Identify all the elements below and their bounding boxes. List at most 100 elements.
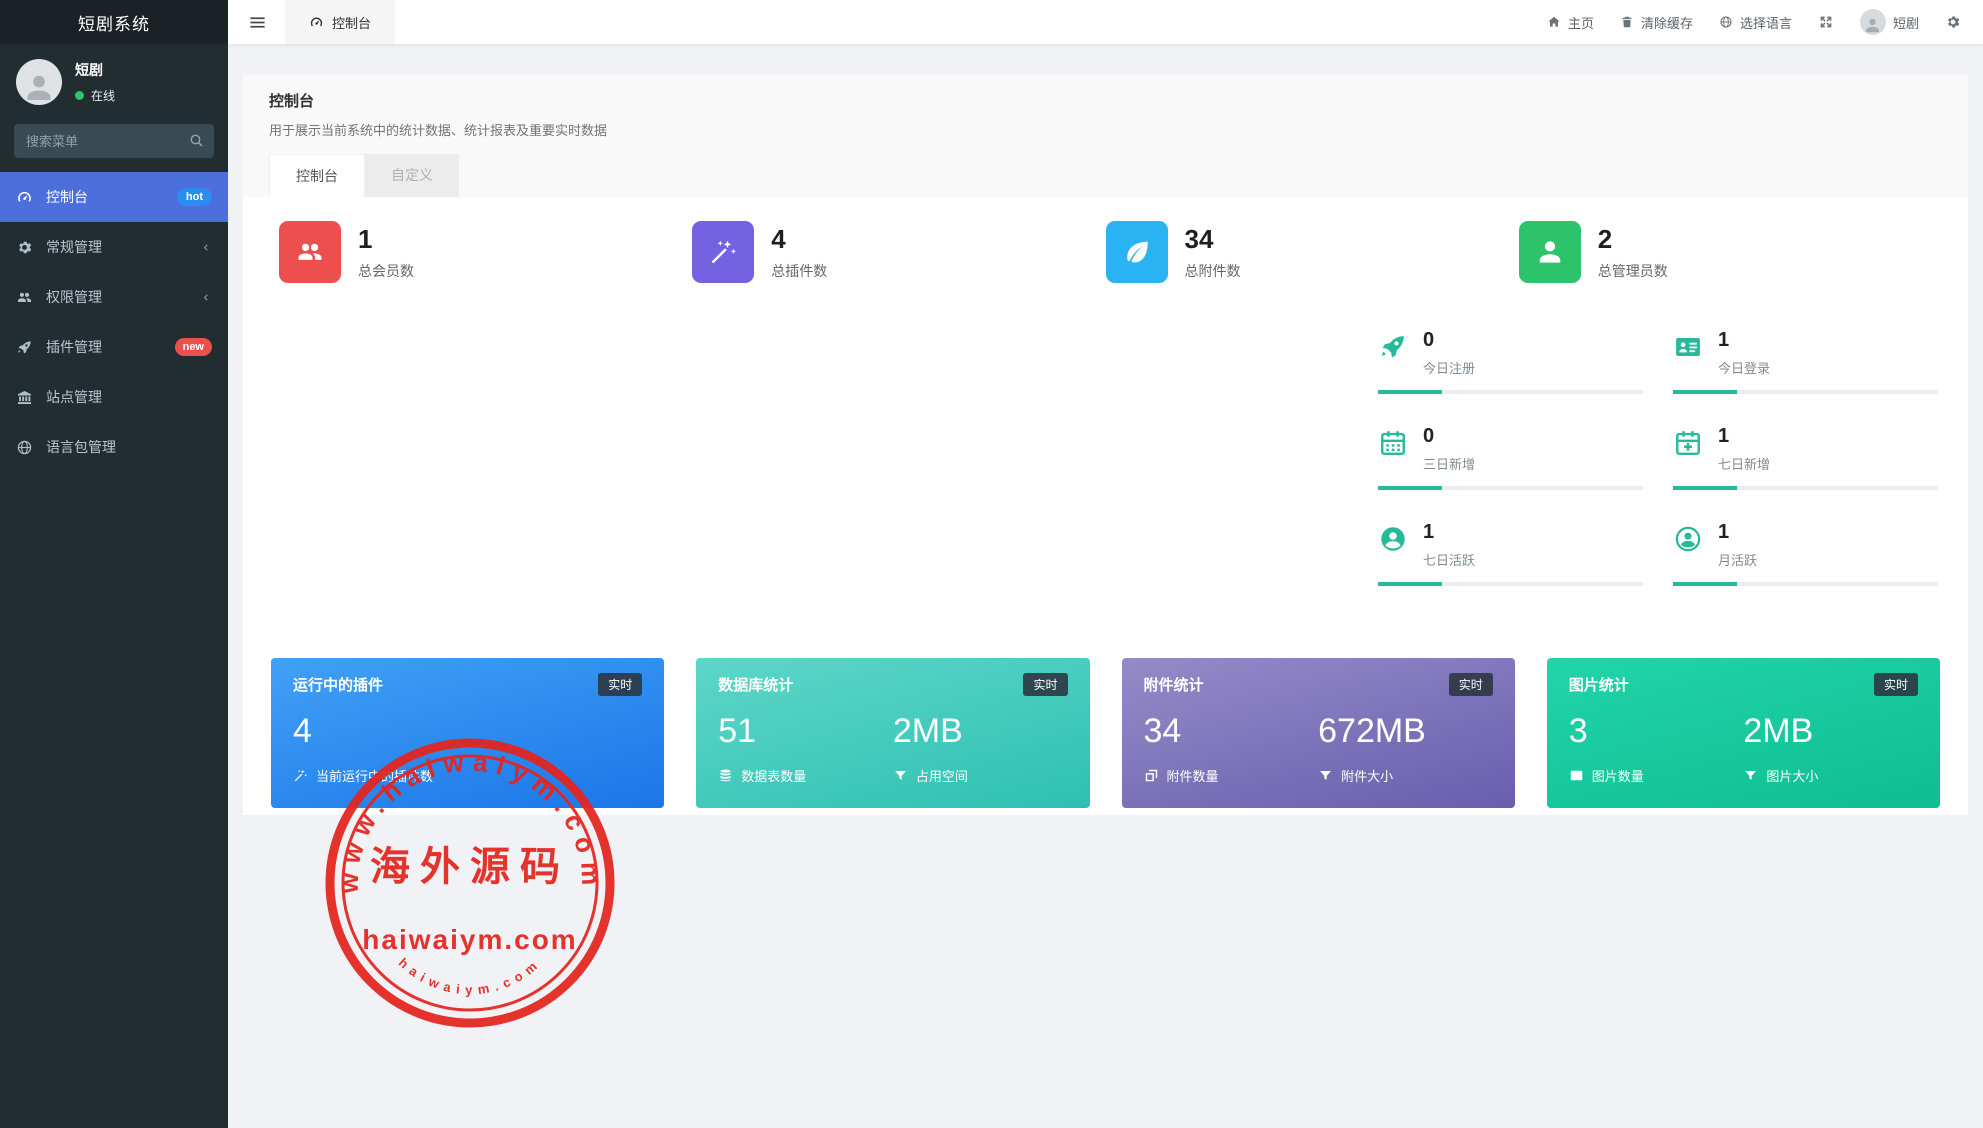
stat-total-admins: 2 总管理员数: [1519, 221, 1932, 283]
id-card-icon: [1673, 332, 1703, 362]
avatar: [1860, 9, 1886, 35]
gear-icon: [1945, 14, 1961, 30]
topbar-username: 短剧: [1893, 13, 1919, 32]
stat-tile: [692, 221, 754, 283]
page-subtitle: 用于展示当前系统中的统计数据、统计报表及重要实时数据: [269, 120, 1942, 139]
panel-tabs: 控制台 自定义: [269, 154, 1942, 197]
person-icon: [22, 71, 56, 105]
person-icon: [1863, 16, 1882, 35]
topbar-tab-dashboard[interactable]: 控制台: [285, 0, 395, 44]
tab-custom[interactable]: 自定义: [365, 154, 459, 197]
stat-value: 2: [1598, 224, 1668, 255]
progress-bar: [1673, 582, 1938, 586]
home-button[interactable]: 主页: [1547, 13, 1594, 32]
stat-value: 34: [1185, 224, 1241, 255]
sidebar-item-label: 语言包管理: [46, 437, 116, 457]
sidebar-item-addon[interactable]: 插件管理 new: [0, 322, 228, 372]
app-title: 短剧系统: [0, 0, 228, 44]
calendar-plus-icon: [1673, 428, 1703, 458]
stat-label: 总管理员数: [1598, 261, 1668, 281]
stat-label: 总会员数: [358, 261, 414, 281]
stat-total-members: 1 总会员数: [279, 221, 692, 283]
mini-stat-7day-new: 1 七日新增: [1673, 425, 1938, 490]
progress-bar: [1378, 582, 1643, 586]
magic-wand-icon: [293, 768, 308, 783]
stat-tile: [1519, 221, 1581, 283]
stat-tile: [279, 221, 341, 283]
realtime-badge: 实时: [1449, 673, 1493, 696]
bank-icon: [16, 389, 33, 406]
users-icon: [295, 237, 325, 267]
sidebar-item-language-pack[interactable]: 语言包管理: [0, 422, 228, 472]
new-badge: new: [175, 338, 212, 356]
select-language-button[interactable]: 选择语言: [1719, 13, 1792, 32]
filter-icon: [893, 768, 908, 783]
app-root: { "brand": { "title": "短剧系统" }, "sidebar…: [0, 0, 1983, 1128]
online-status-dot: [75, 91, 84, 100]
hot-badge: hot: [177, 188, 212, 206]
home-icon: [1547, 15, 1561, 29]
progress-bar: [1673, 486, 1938, 490]
search-icon[interactable]: [188, 132, 205, 149]
realtime-badge: 实时: [1874, 673, 1918, 696]
progress-bar: [1673, 390, 1938, 394]
sidebar: 短剧系统 短剧 在线 控制台 hot 常规管理 权限管理: [0, 0, 228, 1128]
sidebar-item-label: 控制台: [46, 187, 88, 207]
calendar-icon: [1378, 428, 1408, 458]
user-icon: [1535, 237, 1565, 267]
mini-stat-7day-active: 1 七日活跃: [1378, 521, 1643, 586]
online-status-label: 在线: [91, 87, 115, 104]
progress-bar: [1378, 390, 1643, 394]
user-circle-outline-icon: [1673, 524, 1703, 554]
rocket-icon: [1378, 332, 1408, 362]
menu-search-input[interactable]: [14, 124, 214, 158]
sidebar-item-general[interactable]: 常规管理: [0, 222, 228, 272]
mini-stat-month-active: 1 月活跃: [1673, 521, 1938, 586]
card-image-stats: 图片统计 实时 3 图片数量 2MB 图片大小: [1547, 658, 1940, 808]
leaf-icon: [1122, 237, 1152, 267]
gear-icon: [16, 239, 33, 256]
sidebar-item-label: 权限管理: [46, 287, 102, 307]
topbar: 控制台 主页 清除缓存 选择语言 短剧: [228, 0, 1983, 44]
sidebar-item-label: 插件管理: [46, 337, 102, 357]
sidebar-item-site[interactable]: 站点管理: [0, 372, 228, 422]
magic-wand-icon: [708, 237, 738, 267]
mini-stats-grid: 0 今日注册 1 今日登录: [1378, 329, 1938, 586]
mini-stat-3day-new: 0 三日新增: [1378, 425, 1643, 490]
progress-bar: [1378, 486, 1643, 490]
rocket-icon: [16, 339, 33, 356]
sidebar-item-dashboard[interactable]: 控制台 hot: [0, 172, 228, 222]
sidebar-item-label: 站点管理: [46, 387, 102, 407]
topbar-tab-label: 控制台: [332, 13, 371, 32]
clone-icon: [1144, 768, 1159, 783]
settings-button[interactable]: [1945, 14, 1961, 30]
stat-total-attachments: 34 总附件数: [1106, 221, 1519, 283]
tab-dashboard[interactable]: 控制台: [269, 154, 365, 197]
fullscreen-icon: [1818, 14, 1834, 30]
database-icon: [718, 768, 733, 783]
realtime-cards-row: 运行中的插件 实时 4 当前运行中的插件数 数据库统计 实时: [271, 658, 1940, 808]
user-circle-icon: [1378, 524, 1408, 554]
clear-cache-button[interactable]: 清除缓存: [1620, 13, 1693, 32]
user-menu[interactable]: 短剧: [1860, 9, 1919, 35]
users-icon: [16, 289, 33, 306]
gauge-icon: [16, 189, 33, 206]
sidebar-item-label: 常规管理: [46, 237, 102, 257]
filter-icon: [1318, 768, 1333, 783]
gauge-icon: [309, 15, 324, 30]
sidebar-menu: 控制台 hot 常规管理 权限管理 插件管理 new 站点管理 语言包管理: [0, 172, 228, 472]
stat-label: 总插件数: [771, 261, 827, 281]
user-name: 短剧: [75, 60, 115, 80]
stat-value: 4: [771, 224, 827, 255]
fullscreen-button[interactable]: [1818, 14, 1834, 30]
mini-stat-today-registered: 0 今日注册: [1378, 329, 1643, 394]
globe-icon: [16, 439, 33, 456]
filter-icon: [1743, 768, 1758, 783]
avatar: [16, 59, 62, 105]
chevron-left-icon: [199, 241, 212, 254]
stat-value: 1: [358, 224, 414, 255]
sidebar-item-auth[interactable]: 权限管理: [0, 272, 228, 322]
card-running-addons: 运行中的插件 实时 4 当前运行中的插件数: [271, 658, 664, 808]
hamburger-menu-icon[interactable]: [248, 13, 267, 32]
image-icon: [1569, 768, 1584, 783]
